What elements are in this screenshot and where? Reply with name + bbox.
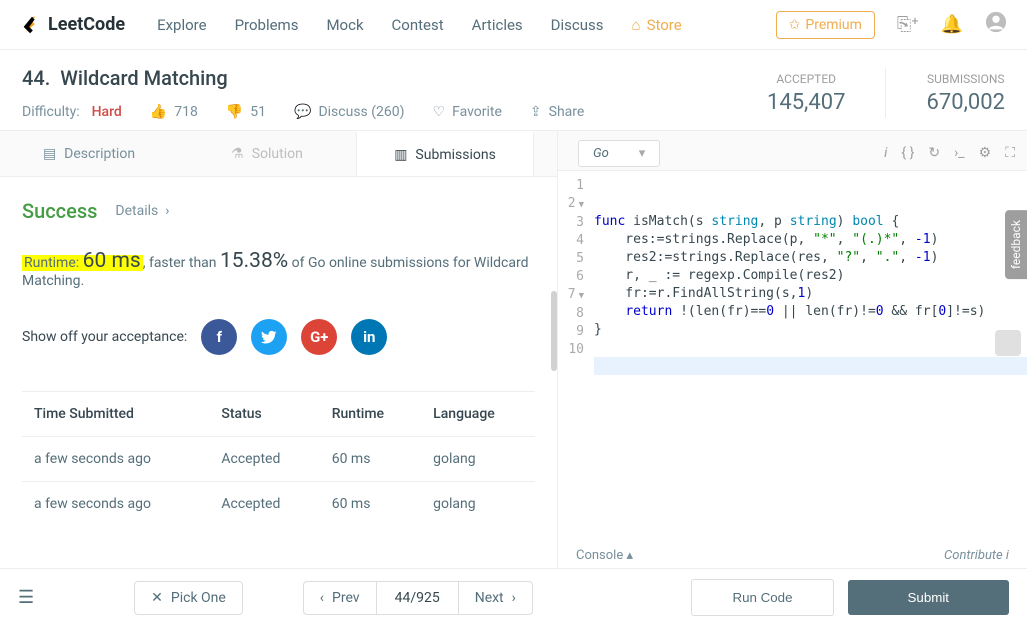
tab-solution[interactable]: ⚗Solution	[178, 131, 356, 176]
left-pane: ▤Description ⚗Solution ▥Submissions Succ…	[0, 131, 558, 571]
nav-articles[interactable]: Articles	[472, 16, 523, 34]
console-bar: Console ▴ Contribute i	[558, 540, 1027, 571]
thumbs-down-icon: 👎	[226, 104, 243, 120]
accepted-label: ACCEPTED	[767, 72, 846, 86]
star-icon: ✩	[789, 17, 801, 33]
accepted-count: 145,407	[767, 90, 846, 115]
language-select[interactable]: Go▾	[578, 140, 660, 167]
chevron-down-icon: ▾	[639, 146, 646, 161]
fullscreen-icon[interactable]: ⛶	[1005, 145, 1015, 161]
problem-header: 44. Wildcard Matching Difficulty: Hard 👍…	[0, 50, 1027, 131]
premium-button[interactable]: ✩Premium	[776, 11, 875, 39]
reset-icon[interactable]: ↻	[928, 145, 940, 161]
share-icon: ⇪	[530, 104, 542, 120]
brand-text: LeetCode	[48, 14, 125, 35]
code-body[interactable]: func isMatch(s string, p string) bool { …	[594, 177, 1027, 540]
favorite-button[interactable]: ♡Favorite	[433, 104, 502, 120]
copy-icon[interactable]	[995, 330, 1021, 356]
bottom-bar: ☰ ✕Pick One ‹Prev 44/925 Next› Run Code …	[0, 568, 1027, 626]
thumbs-up-icon: 👍	[150, 104, 167, 120]
next-button[interactable]: Next›	[458, 581, 533, 615]
runtime-line: Runtime: 60 ms, faster than 15.38% of Go…	[22, 249, 535, 289]
table-row[interactable]: a few seconds ago Accepted 60 ms golang	[22, 482, 535, 527]
th-time: Time Submitted	[22, 392, 209, 437]
leetcode-icon	[20, 14, 42, 36]
chevron-left-icon: ‹	[320, 590, 324, 606]
shuffle-icon: ✕	[151, 590, 163, 606]
logo[interactable]: LeetCode	[20, 14, 125, 36]
problem-list-icon[interactable]: ☰	[18, 587, 34, 608]
code-editor[interactable]: 1 2▼ 3456 7▼ 8910 func isMatch(s string,…	[558, 171, 1027, 540]
run-code-button[interactable]: Run Code	[691, 579, 833, 616]
tab-submissions[interactable]: ▥Submissions	[356, 131, 534, 176]
result-body: Success Details › Runtime: 60 ms, faster…	[0, 177, 557, 548]
share-twitter[interactable]	[251, 319, 287, 355]
success-status: Success	[22, 199, 97, 223]
comment-icon: 💬	[294, 104, 311, 120]
table-row[interactable]: a few seconds ago Accepted 60 ms golang	[22, 437, 535, 482]
nav-contest[interactable]: Contest	[392, 16, 444, 34]
page-indicator: 44/925	[377, 581, 458, 615]
discuss-link[interactable]: 💬Discuss (260)	[294, 104, 405, 120]
new-playground-icon[interactable]: ⎘⁺	[897, 14, 919, 35]
th-lang: Language	[421, 392, 535, 437]
pick-one-button[interactable]: ✕Pick One	[134, 581, 243, 615]
gear-icon[interactable]: ⚙	[979, 145, 992, 161]
info-icon[interactable]: i	[884, 145, 887, 161]
submit-button[interactable]: Submit	[848, 580, 1009, 615]
user-icon[interactable]	[985, 11, 1007, 38]
share-button[interactable]: ⇪Share	[530, 104, 584, 120]
right-pane: Go▾ i { } ↻ ›_ ⚙ ⛶ 1 2▼ 3456 7▼ 8910 fun…	[558, 131, 1027, 571]
chevron-right-icon: ›	[512, 590, 516, 606]
stats: ACCEPTED 145,407 SUBMISSIONS 670,002	[767, 66, 1005, 120]
scrollbar[interactable]	[551, 291, 557, 371]
th-runtime: Runtime	[320, 392, 421, 437]
heart-icon: ♡	[433, 104, 446, 120]
description-icon: ▤	[43, 146, 56, 162]
submissions-count: 670,002	[926, 90, 1005, 115]
details-link[interactable]: Details ›	[115, 203, 169, 219]
contribute-link[interactable]: Contribute i	[944, 548, 1009, 563]
nav-problems[interactable]: Problems	[235, 16, 299, 34]
nav-mock[interactable]: Mock	[326, 16, 363, 34]
difficulty-value: Hard	[92, 104, 122, 120]
like-button[interactable]: 👍718	[150, 104, 198, 120]
chevron-up-icon: ▴	[626, 548, 633, 563]
share-facebook[interactable]: f	[201, 319, 237, 355]
dislike-button[interactable]: 👎51	[226, 104, 266, 120]
top-nav: LeetCode Explore Problems Mock Contest A…	[0, 0, 1027, 50]
tab-description[interactable]: ▤Description	[0, 131, 178, 176]
show-off-label: Show off your acceptance:	[22, 329, 187, 345]
feedback-tab[interactable]: feedback	[1005, 210, 1027, 279]
store-icon: ⌂	[632, 16, 641, 34]
console-toggle[interactable]: Console ▴	[576, 548, 633, 563]
notifications-icon[interactable]: 🔔	[941, 14, 963, 35]
flask-icon: ⚗	[231, 146, 244, 162]
th-status: Status	[209, 392, 319, 437]
list-icon: ▥	[394, 147, 407, 163]
share-linkedin[interactable]: in	[351, 319, 387, 355]
share-google[interactable]: G+	[301, 319, 337, 355]
submissions-label: SUBMISSIONS	[926, 72, 1005, 86]
prev-button[interactable]: ‹Prev	[303, 581, 377, 615]
submissions-table: Time Submitted Status Runtime Language a…	[22, 391, 535, 526]
problem-title: 44. Wildcard Matching	[22, 66, 767, 90]
braces-icon[interactable]: { }	[901, 145, 914, 161]
nav-store[interactable]: ⌂Store	[632, 16, 682, 34]
nav-explore[interactable]: Explore	[157, 16, 207, 34]
terminal-icon[interactable]: ›_	[954, 145, 965, 161]
gutter: 1 2▼ 3456 7▼ 8910	[558, 177, 594, 540]
left-tabs: ▤Description ⚗Solution ▥Submissions	[0, 131, 557, 177]
difficulty-label: Difficulty:	[22, 104, 80, 120]
main-split: ▤Description ⚗Solution ▥Submissions Succ…	[0, 131, 1027, 571]
editor-toolbar: Go▾ i { } ↻ ›_ ⚙ ⛶	[558, 131, 1027, 171]
nav-discuss[interactable]: Discuss	[551, 16, 604, 34]
